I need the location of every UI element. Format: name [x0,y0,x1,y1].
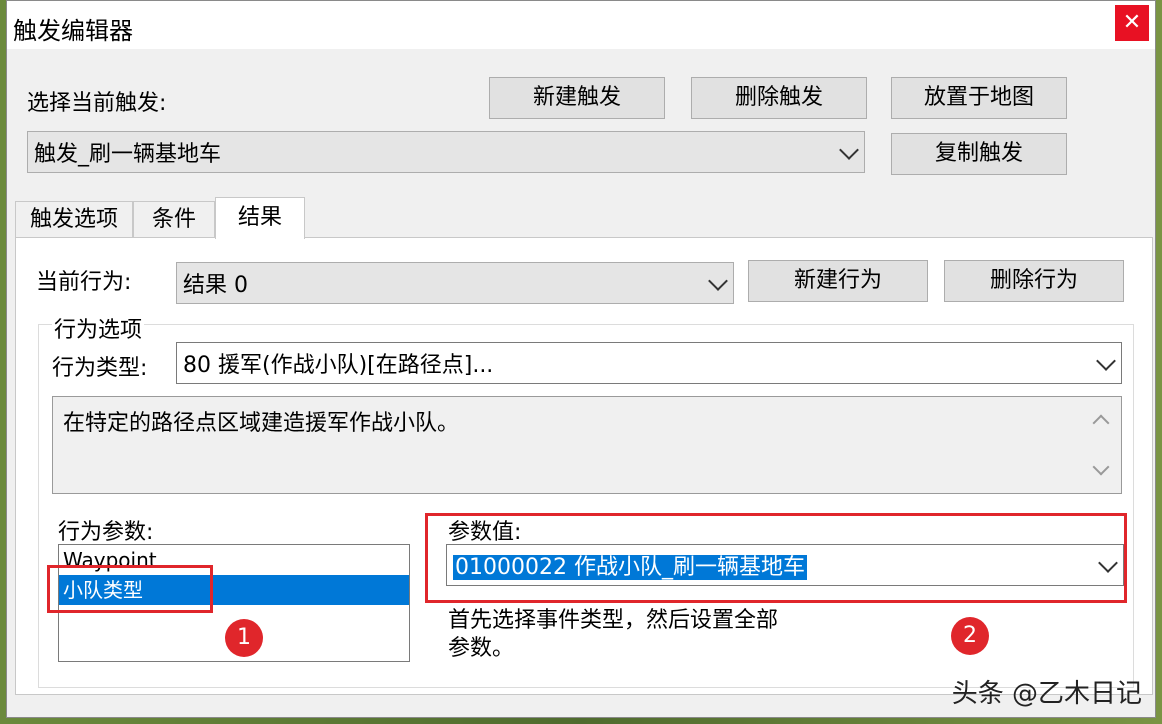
watermark: 头条 @乙木日记 [951,679,1142,709]
delete-action-button[interactable]: 删除行为 [944,260,1124,302]
scroll-down-icon[interactable] [1092,458,1110,476]
chevron-down-icon [839,140,859,160]
trigger-editor-dialog: 触发编辑器 ✕ 选择当前触发: 新建触发 删除触发 放置于地图 触发_刷一辆基地… [6,0,1156,718]
action-type-value: 80 援军(作战小队)[在路径点]... [183,353,494,378]
annotation-box-2 [425,513,1127,603]
annotation-marker-1: 1 [225,619,263,657]
new-trigger-button[interactable]: 新建触发 [489,77,665,119]
action-type-label: 行为类型: [52,356,148,381]
tab-conditions[interactable]: 条件 [133,201,215,237]
current-trigger-select[interactable]: 触发_刷一辆基地车 [27,131,865,173]
action-description-text: 在特定的路径点区域建造援军作战小队。 [63,411,460,436]
current-action-label: 当前行为: [36,270,132,295]
chevron-down-icon [1096,351,1116,371]
chevron-down-icon [708,271,728,291]
window-title: 触发编辑器 [13,17,133,45]
place-on-map-button[interactable]: 放置于地图 [891,77,1067,119]
action-type-select[interactable]: 80 援军(作战小队)[在路径点]... [176,342,1122,384]
title-bar: 触发编辑器 ✕ [7,1,1155,49]
delete-trigger-button[interactable]: 删除触发 [691,77,867,119]
hint-line-2: 参数。 [448,636,515,661]
action-options-group-title: 行为选项 [52,312,145,344]
action-params-label: 行为参数: [58,520,154,545]
current-trigger-value: 触发_刷一辆基地车 [34,142,222,167]
annotation-box-1 [47,565,213,613]
current-action-select[interactable]: 结果 0 [176,262,734,304]
new-action-button[interactable]: 新建行为 [748,260,928,302]
copy-trigger-button[interactable]: 复制触发 [891,133,1067,175]
close-button[interactable]: ✕ [1115,5,1149,41]
tab-trigger-options[interactable]: 触发选项 [15,201,133,237]
action-description-box: 在特定的路径点区域建造援军作战小队。 [52,396,1122,494]
select-trigger-label: 选择当前触发: [27,91,167,116]
tab-results[interactable]: 结果 [215,197,305,239]
scroll-up-icon[interactable] [1092,414,1110,432]
close-icon: ✕ [1122,10,1142,35]
current-action-value: 结果 0 [183,273,248,298]
annotation-marker-2: 2 [951,617,989,655]
